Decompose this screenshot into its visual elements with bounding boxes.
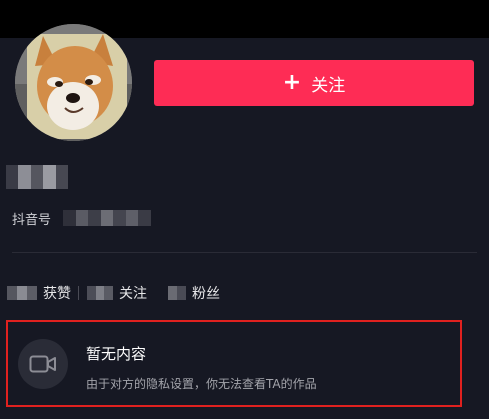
following-count-pixelated xyxy=(87,286,114,300)
plus-icon: + xyxy=(282,70,302,95)
stat-following-label: 关注 xyxy=(119,286,147,302)
stat-likes[interactable]: 获赞 xyxy=(7,283,71,303)
stats-row: 获赞 关注 粉丝 xyxy=(7,283,220,303)
stat-likes-label: 获赞 xyxy=(43,286,71,302)
divider xyxy=(12,252,477,253)
stat-followers-label: 粉丝 xyxy=(192,286,220,302)
likes-count-pixelated xyxy=(7,286,37,300)
douyin-id-row: 抖音号 xyxy=(12,209,152,228)
avatar[interactable] xyxy=(15,24,132,141)
shiba-dog-photo xyxy=(15,24,132,141)
video-camera-icon xyxy=(18,339,68,389)
stat-followers[interactable]: 粉丝 xyxy=(168,283,220,303)
empty-state-panel: 暂无内容 由于对方的隐私设置，你无法查看TA的作品 xyxy=(6,320,462,407)
stat-following[interactable]: 关注 xyxy=(87,283,147,303)
followers-count-pixelated xyxy=(168,286,186,300)
empty-state-subtitle: 由于对方的隐私设置，你无法查看TA的作品 xyxy=(86,377,317,391)
username-pixelated xyxy=(6,165,69,189)
empty-state-title: 暂无内容 xyxy=(86,345,147,363)
stat-separator xyxy=(78,286,79,300)
follow-button[interactable]: + 关注 xyxy=(154,60,474,106)
douyin-id-label: 抖音号 xyxy=(12,212,52,228)
stat-separator xyxy=(157,286,158,300)
douyin-id-pixelated xyxy=(63,210,152,226)
follow-button-label: 关注 xyxy=(311,75,346,96)
